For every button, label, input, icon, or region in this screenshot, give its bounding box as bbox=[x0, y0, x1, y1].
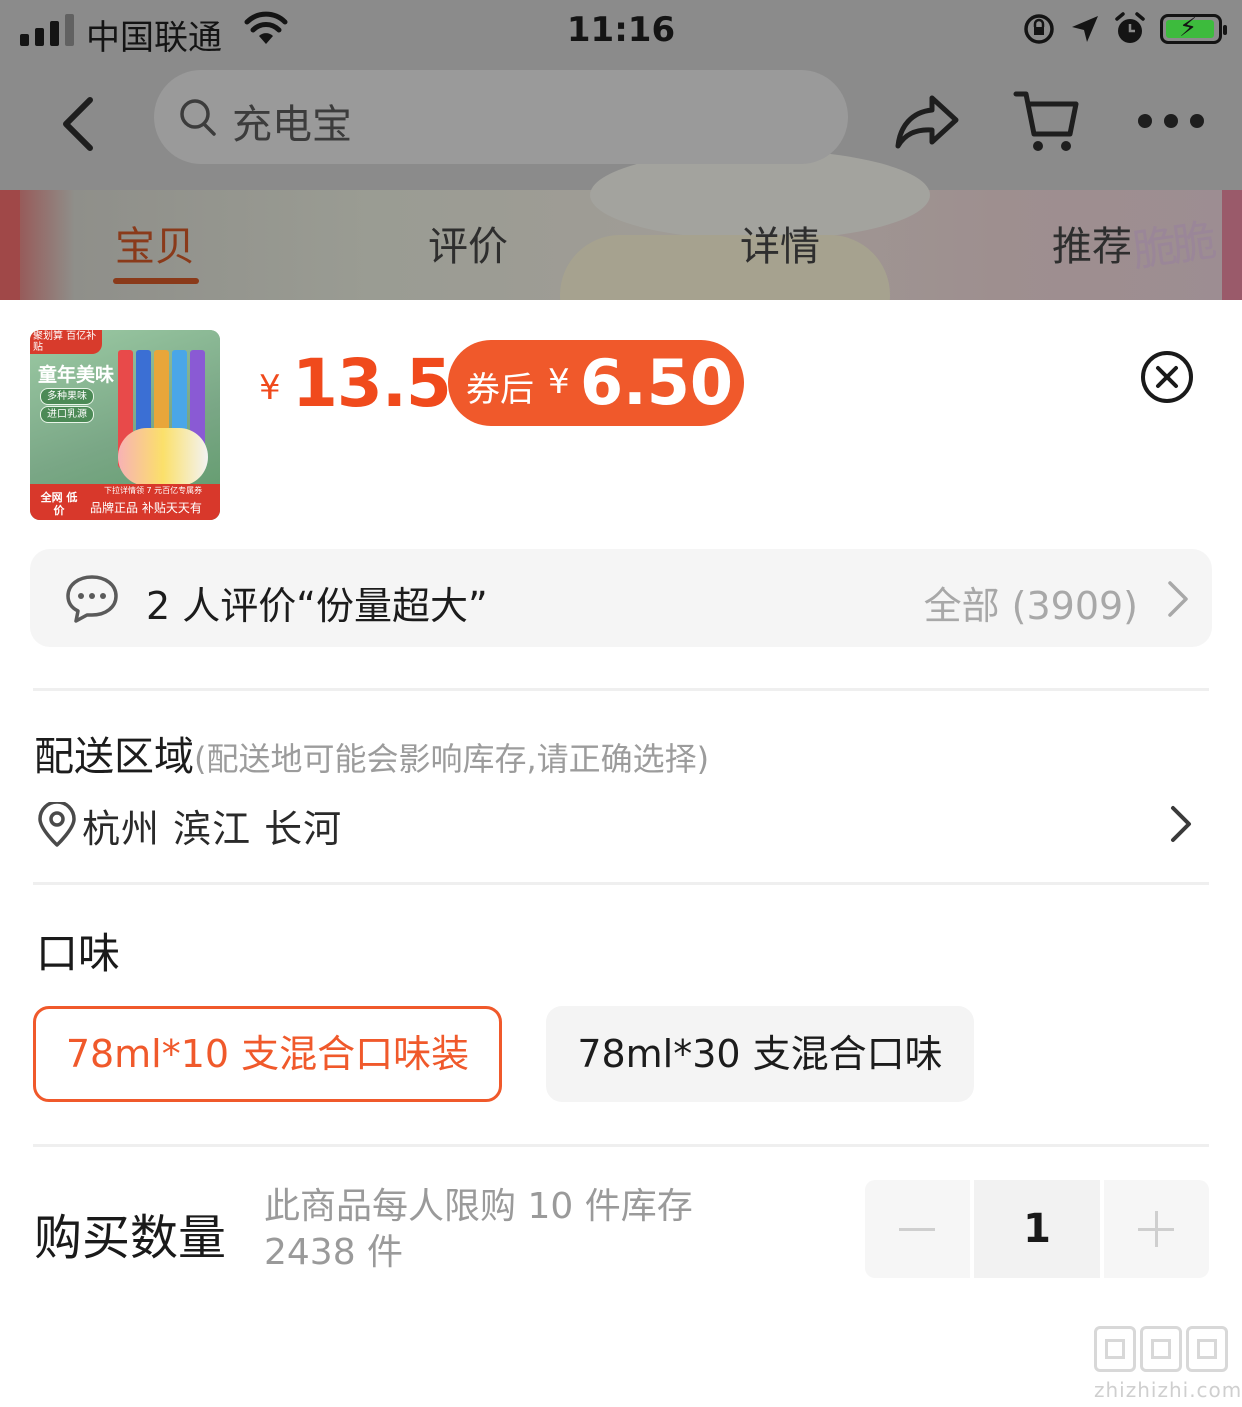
thumb-slogan: 品牌正品 补贴天天有 bbox=[90, 501, 202, 515]
review-all-link[interactable]: 全部 (3909) bbox=[924, 575, 1138, 630]
coupon-label: 券后 bbox=[466, 370, 534, 410]
delivery-address[interactable]: 杭州 滨江 长河 bbox=[82, 798, 342, 853]
alarm-icon bbox=[1115, 12, 1145, 43]
chevron-right-icon[interactable] bbox=[1168, 804, 1194, 844]
quantity-limit-hint: 此商品每人限购 10 件库存 2438 件 bbox=[264, 1186, 693, 1273]
product-thumbnail[interactable]: 聚划算 百亿补贴 童年美味 多种果味 进口乳源 下拉详情领 7 元百亿专属券 全… bbox=[30, 330, 220, 520]
location-icon bbox=[1072, 16, 1098, 42]
quantity-stepper: 1 bbox=[865, 1180, 1209, 1278]
share-icon[interactable] bbox=[892, 92, 962, 154]
quantity-section-title: 购买数量 bbox=[34, 1210, 227, 1266]
thumb-title: 童年美味 bbox=[38, 364, 115, 386]
status-bar: 中国联通 11:16 ⚡ bbox=[0, 0, 1242, 64]
divider bbox=[33, 688, 1209, 691]
watermark-logo bbox=[1094, 1326, 1228, 1372]
thumb-coupon-tip: 下拉详情领 7 元百亿专属券 bbox=[104, 486, 203, 495]
thumb-tag: 多种果味 bbox=[40, 388, 94, 405]
active-tab-indicator bbox=[113, 278, 199, 284]
review-summary-bar[interactable]: 2 人评价“份量超大” 全部 (3909) bbox=[30, 549, 1212, 647]
battery-icon: ⚡ bbox=[1160, 13, 1227, 44]
tab-baobei[interactable]: 宝贝 bbox=[55, 214, 255, 272]
tab-recommend[interactable]: 推荐 bbox=[992, 214, 1192, 272]
delivery-title: 配送区域 bbox=[34, 734, 194, 780]
close-icon[interactable] bbox=[1140, 350, 1194, 404]
thumb-corner-badge: 聚划算 百亿补贴 bbox=[30, 330, 102, 354]
coupon-currency: ¥ bbox=[548, 362, 570, 402]
thumb-low-price-badge: 全网 低价 bbox=[40, 491, 78, 517]
tab-reviews[interactable]: 评价 bbox=[368, 214, 568, 272]
quantity-value[interactable]: 1 bbox=[974, 1180, 1100, 1278]
price-original: 13.5 bbox=[292, 345, 452, 422]
price-currency: ¥ bbox=[259, 368, 281, 408]
review-summary-text: 2 人评价“份量超大” bbox=[146, 584, 488, 628]
comment-icon bbox=[66, 575, 118, 623]
search-input[interactable]: 充电宝 bbox=[154, 70, 848, 164]
cart-icon[interactable] bbox=[1012, 88, 1082, 158]
flavor-option-30-pack[interactable]: 78ml*30 支混合口味 bbox=[546, 1006, 974, 1102]
delivery-section-title: 配送区域(配送地可能会影响库存,请正确选择) bbox=[34, 724, 709, 782]
more-icon[interactable] bbox=[1138, 114, 1204, 128]
chevron-right-icon bbox=[1168, 581, 1188, 617]
back-icon[interactable] bbox=[50, 92, 110, 156]
coupon-price-badge: 券后 ¥ 6.50 bbox=[448, 340, 744, 426]
thumb-tag: 进口乳源 bbox=[40, 406, 94, 423]
dimmed-header-overlay[interactable]: 脆脆 中国联通 11:16 ⚡ 充电宝 宝贝 评价 详情 推荐 bbox=[0, 0, 1242, 300]
quantity-increase-button[interactable] bbox=[1104, 1180, 1209, 1278]
flavor-section-title: 口味 bbox=[36, 929, 121, 978]
orientation-lock-icon bbox=[1024, 14, 1054, 44]
search-placeholder: 充电宝 bbox=[232, 102, 352, 148]
delivery-hint: (配送地可能会影响库存,请正确选择) bbox=[194, 740, 710, 778]
tab-details[interactable]: 详情 bbox=[680, 214, 880, 272]
divider bbox=[33, 882, 1209, 885]
search-icon bbox=[180, 99, 216, 136]
watermark-text: zhizhizhi.com bbox=[1094, 1378, 1242, 1402]
location-pin-icon bbox=[38, 802, 76, 847]
divider bbox=[33, 1144, 1209, 1147]
quantity-decrease-button[interactable] bbox=[865, 1180, 970, 1278]
coupon-price: 6.50 bbox=[580, 346, 733, 419]
flavor-option-10-pack[interactable]: 78ml*10 支混合口味装 bbox=[33, 1006, 502, 1102]
